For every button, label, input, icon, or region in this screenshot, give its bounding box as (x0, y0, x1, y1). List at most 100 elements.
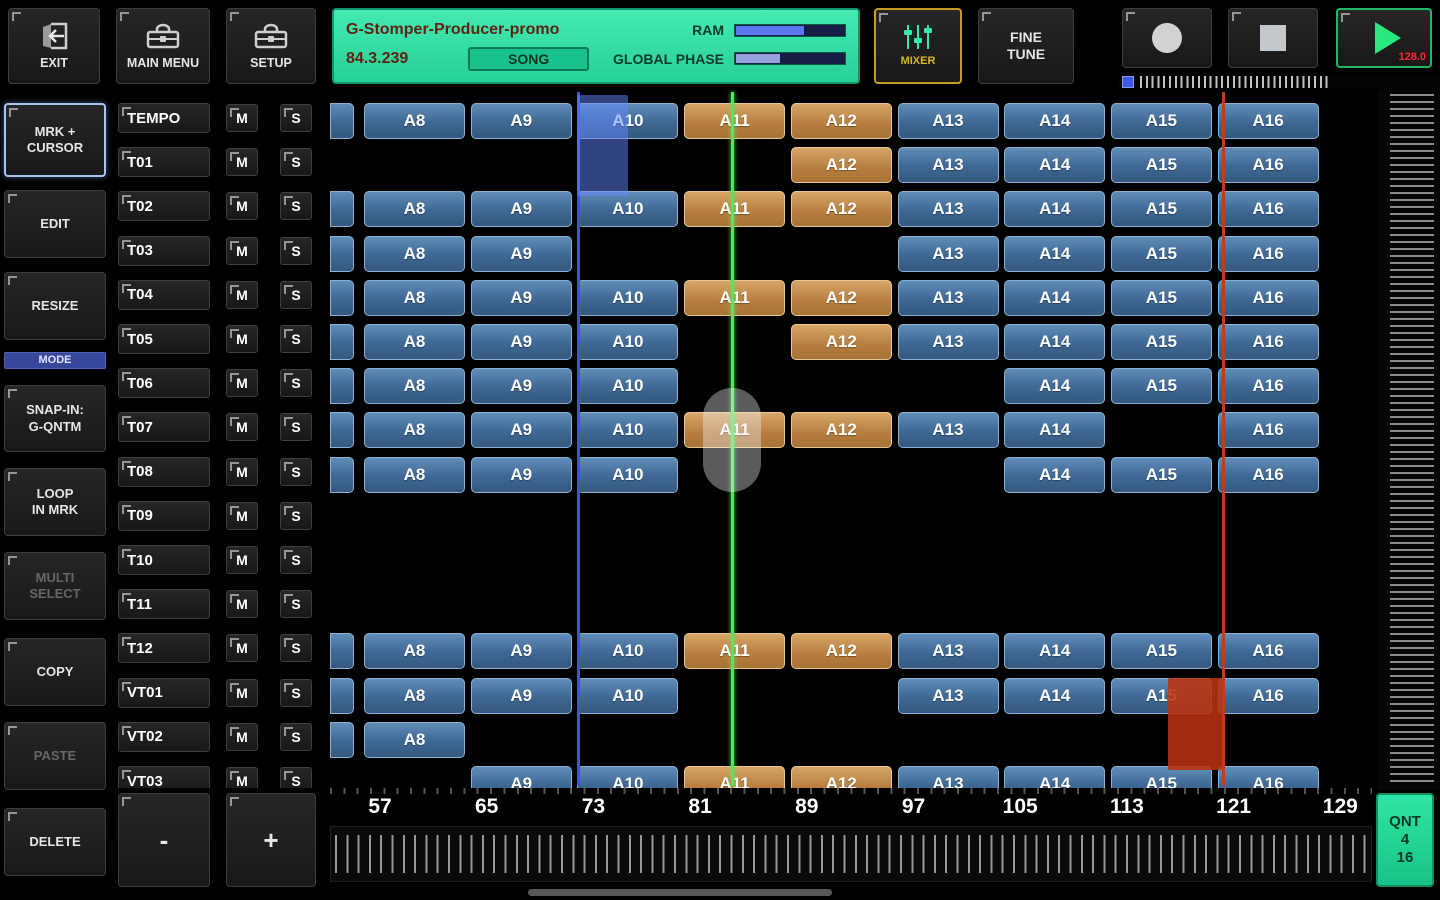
pattern-cell[interactable]: A13 (898, 633, 999, 669)
pattern-cell-partial[interactable] (330, 457, 354, 493)
pattern-cell[interactable]: A9 (471, 280, 572, 316)
sidebar-item-mrk-cursor[interactable]: MRK + CURSOR (4, 103, 106, 177)
pattern-cell[interactable]: A9 (471, 766, 572, 788)
solo-button[interactable]: S (280, 413, 312, 441)
track-button-t02[interactable]: T02 (118, 191, 210, 221)
pattern-cell[interactable]: A16 (1218, 368, 1319, 404)
pattern-cell[interactable]: A14 (1004, 633, 1105, 669)
pattern-cell[interactable]: A12 (791, 324, 892, 360)
pattern-cell[interactable]: A16 (1218, 457, 1319, 493)
record-button[interactable] (1122, 8, 1212, 68)
pattern-cell[interactable]: A13 (898, 412, 999, 448)
pattern-cell[interactable]: A10 (577, 412, 678, 448)
pattern-cell[interactable]: A15 (1111, 324, 1212, 360)
track-button-t03[interactable]: T03 (118, 236, 210, 266)
pattern-cell[interactable]: A8 (364, 324, 465, 360)
pattern-cell[interactable]: A8 (364, 103, 465, 139)
solo-button[interactable]: S (280, 723, 312, 751)
mute-button[interactable]: M (226, 192, 258, 220)
pattern-cell-partial[interactable] (330, 324, 354, 360)
pattern-cell[interactable]: A8 (364, 412, 465, 448)
mute-button[interactable]: M (226, 325, 258, 353)
scroll-thumb-icon[interactable] (1122, 76, 1134, 88)
overview-strip[interactable] (330, 826, 1372, 882)
pattern-cell-partial[interactable] (330, 722, 354, 758)
track-button-vt02[interactable]: VT02 (118, 722, 210, 752)
solo-button[interactable]: S (280, 502, 312, 530)
pattern-cell[interactable]: A14 (1004, 147, 1105, 183)
mute-button[interactable]: M (226, 767, 258, 788)
track-button-t09[interactable]: T09 (118, 501, 210, 531)
sidebar-item-delete[interactable]: DELETE (4, 808, 106, 876)
pattern-cell[interactable]: A12 (791, 191, 892, 227)
pattern-cell[interactable]: A9 (471, 678, 572, 714)
pattern-cell[interactable]: A13 (898, 191, 999, 227)
pattern-cell[interactable]: A13 (898, 766, 999, 788)
mute-button[interactable]: M (226, 546, 258, 574)
pattern-cell[interactable]: A10 (577, 368, 678, 404)
timeline-ruler[interactable]: 576573818997105113121129 (330, 788, 1372, 824)
pattern-cell[interactable]: A10 (577, 457, 678, 493)
pattern-cell[interactable]: A8 (364, 722, 465, 758)
setup-button[interactable]: SETUP (226, 8, 316, 84)
zoom-out-button[interactable]: - (118, 793, 210, 887)
pattern-cell[interactable]: A16 (1218, 766, 1319, 788)
bottom-scrollbar[interactable] (528, 889, 832, 896)
sidebar-item-snap-in-g-qntm[interactable]: SNAP-IN: G-QNTM (4, 385, 106, 452)
pattern-cell[interactable]: A13 (898, 324, 999, 360)
pattern-cell[interactable]: A8 (364, 280, 465, 316)
sidebar-item-edit[interactable]: EDIT (4, 190, 106, 258)
pattern-cell[interactable]: A15 (1111, 368, 1212, 404)
pattern-cell[interactable]: A9 (471, 236, 572, 272)
pattern-cell-partial[interactable] (330, 368, 354, 404)
pattern-cell[interactable]: A16 (1218, 633, 1319, 669)
pattern-cell[interactable]: A14 (1004, 678, 1105, 714)
quantize-button[interactable]: QNT 4 16 (1376, 793, 1434, 887)
pattern-cell[interactable]: A15 (1111, 457, 1212, 493)
mute-button[interactable]: M (226, 502, 258, 530)
grid-h-scrollbar[interactable] (1118, 75, 1440, 89)
pattern-grid[interactable]: A8A9A10A11A12A13A14A15A16A12A13A14A15A16… (330, 90, 1372, 788)
pattern-cell-partial[interactable] (330, 191, 354, 227)
pattern-cell[interactable]: A9 (471, 412, 572, 448)
track-button-t10[interactable]: T10 (118, 545, 210, 575)
pattern-cell[interactable]: A8 (364, 633, 465, 669)
track-button-t11[interactable]: T11 (118, 589, 210, 619)
pattern-cell[interactable]: A15 (1111, 103, 1212, 139)
pattern-cell[interactable]: A15 (1111, 236, 1212, 272)
song-mode-button[interactable]: SONG (468, 47, 589, 71)
mute-button[interactable]: M (226, 148, 258, 176)
sidebar-item-copy[interactable]: COPY (4, 638, 106, 706)
sidebar-item-resize[interactable]: RESIZE (4, 272, 106, 340)
pattern-cell-partial[interactable] (330, 412, 354, 448)
pattern-cell-partial[interactable] (330, 678, 354, 714)
solo-button[interactable]: S (280, 281, 312, 309)
track-button-vt01[interactable]: VT01 (118, 678, 210, 708)
solo-button[interactable]: S (280, 325, 312, 353)
pattern-cell[interactable]: A15 (1111, 280, 1212, 316)
pattern-cell[interactable]: A13 (898, 236, 999, 272)
track-button-vt03[interactable]: VT03 (118, 766, 210, 788)
solo-button[interactable]: S (280, 679, 312, 707)
sidebar-item-paste[interactable]: PASTE (4, 722, 106, 790)
pattern-cell[interactable]: A11 (684, 766, 785, 788)
pattern-cell[interactable]: A16 (1218, 412, 1319, 448)
track-button-t01[interactable]: T01 (118, 147, 210, 177)
pattern-cell[interactable]: A9 (471, 633, 572, 669)
solo-button[interactable]: S (280, 237, 312, 265)
solo-button[interactable]: S (280, 104, 312, 132)
mute-button[interactable]: M (226, 104, 258, 132)
main-menu-button[interactable]: MAIN MENU (116, 8, 210, 84)
pattern-cell[interactable]: A14 (1004, 103, 1105, 139)
mute-button[interactable]: M (226, 281, 258, 309)
track-button-t06[interactable]: T06 (118, 368, 210, 398)
pattern-cell[interactable]: A10 (577, 766, 678, 788)
mute-button[interactable]: M (226, 413, 258, 441)
pattern-cell-partial[interactable] (330, 633, 354, 669)
solo-button[interactable]: S (280, 546, 312, 574)
pattern-cell[interactable]: A15 (1111, 191, 1212, 227)
pattern-cell[interactable]: A10 (577, 280, 678, 316)
pattern-cell[interactable]: A8 (364, 191, 465, 227)
pattern-cell[interactable]: A10 (577, 191, 678, 227)
mute-button[interactable]: M (226, 723, 258, 751)
